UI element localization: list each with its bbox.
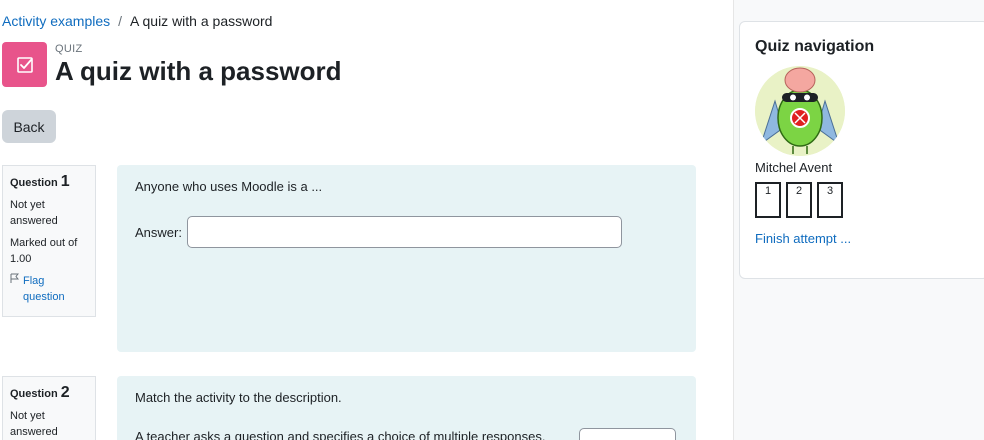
breadcrumb-activity-examples-link[interactable]: Activity examples [2, 13, 110, 29]
answer-input[interactable] [186, 216, 622, 248]
breadcrumb-current: A quiz with a password [130, 13, 273, 29]
answer-label: Answer: [135, 224, 182, 240]
avatar [755, 66, 845, 156]
question-2-info: Question 2 Not yet answered [2, 376, 96, 440]
page-header: QUIZ A quiz with a password [2, 42, 342, 87]
activity-type-label: QUIZ [55, 43, 83, 55]
match-select[interactable] [579, 428, 676, 440]
finish-attempt-link[interactable]: Finish attempt ... [755, 231, 973, 246]
question-1-state: Not yet answered [10, 199, 58, 227]
question-nav-button-3[interactable]: 3 [817, 182, 843, 218]
flag-icon [10, 273, 20, 305]
page-title: A quiz with a password [55, 56, 342, 86]
breadcrumb-separator: / [118, 13, 123, 29]
question-2-content: Match the activity to the description. A… [117, 376, 696, 440]
question-2-state: Not yet answered [10, 410, 58, 438]
question-1-text: Anyone who uses Moodle is a ... [135, 179, 323, 194]
question-1-grade: Marked out of 1.00 [10, 237, 78, 265]
quiz-navigation-block: Quiz navigation Mitchel Avent 1 2 3 Fini… [739, 21, 984, 279]
back-button[interactable]: Back [2, 110, 56, 143]
question-1-answer-row: Answer: [135, 216, 678, 248]
question-nav-button-1[interactable]: 1 [755, 182, 781, 218]
flag-question-label: Flag question [23, 275, 65, 303]
question-2-text: Match the activity to the description. [135, 390, 342, 405]
question-1-number: Question 1 [10, 173, 70, 190]
question-1-flag-link[interactable]: Flag question [10, 273, 88, 305]
question-2-number: Question 2 [10, 384, 70, 401]
quiz-checkbox-icon [2, 42, 47, 87]
right-drawer: Quiz navigation Mitchel Avent 1 2 3 Fini… [733, 0, 984, 440]
question-1-content: Anyone who uses Moodle is a ... Answer: [117, 165, 696, 352]
question-buttons: 1 2 3 [755, 182, 973, 218]
user-name: Mitchel Avent [755, 160, 833, 175]
quiz-navigation-title: Quiz navigation [755, 38, 875, 55]
question-1-info: Question 1 Not yet answered Marked out o… [2, 165, 96, 317]
question-nav-button-2[interactable]: 2 [786, 182, 812, 218]
breadcrumb: Activity examples / A quiz with a passwo… [2, 13, 272, 29]
